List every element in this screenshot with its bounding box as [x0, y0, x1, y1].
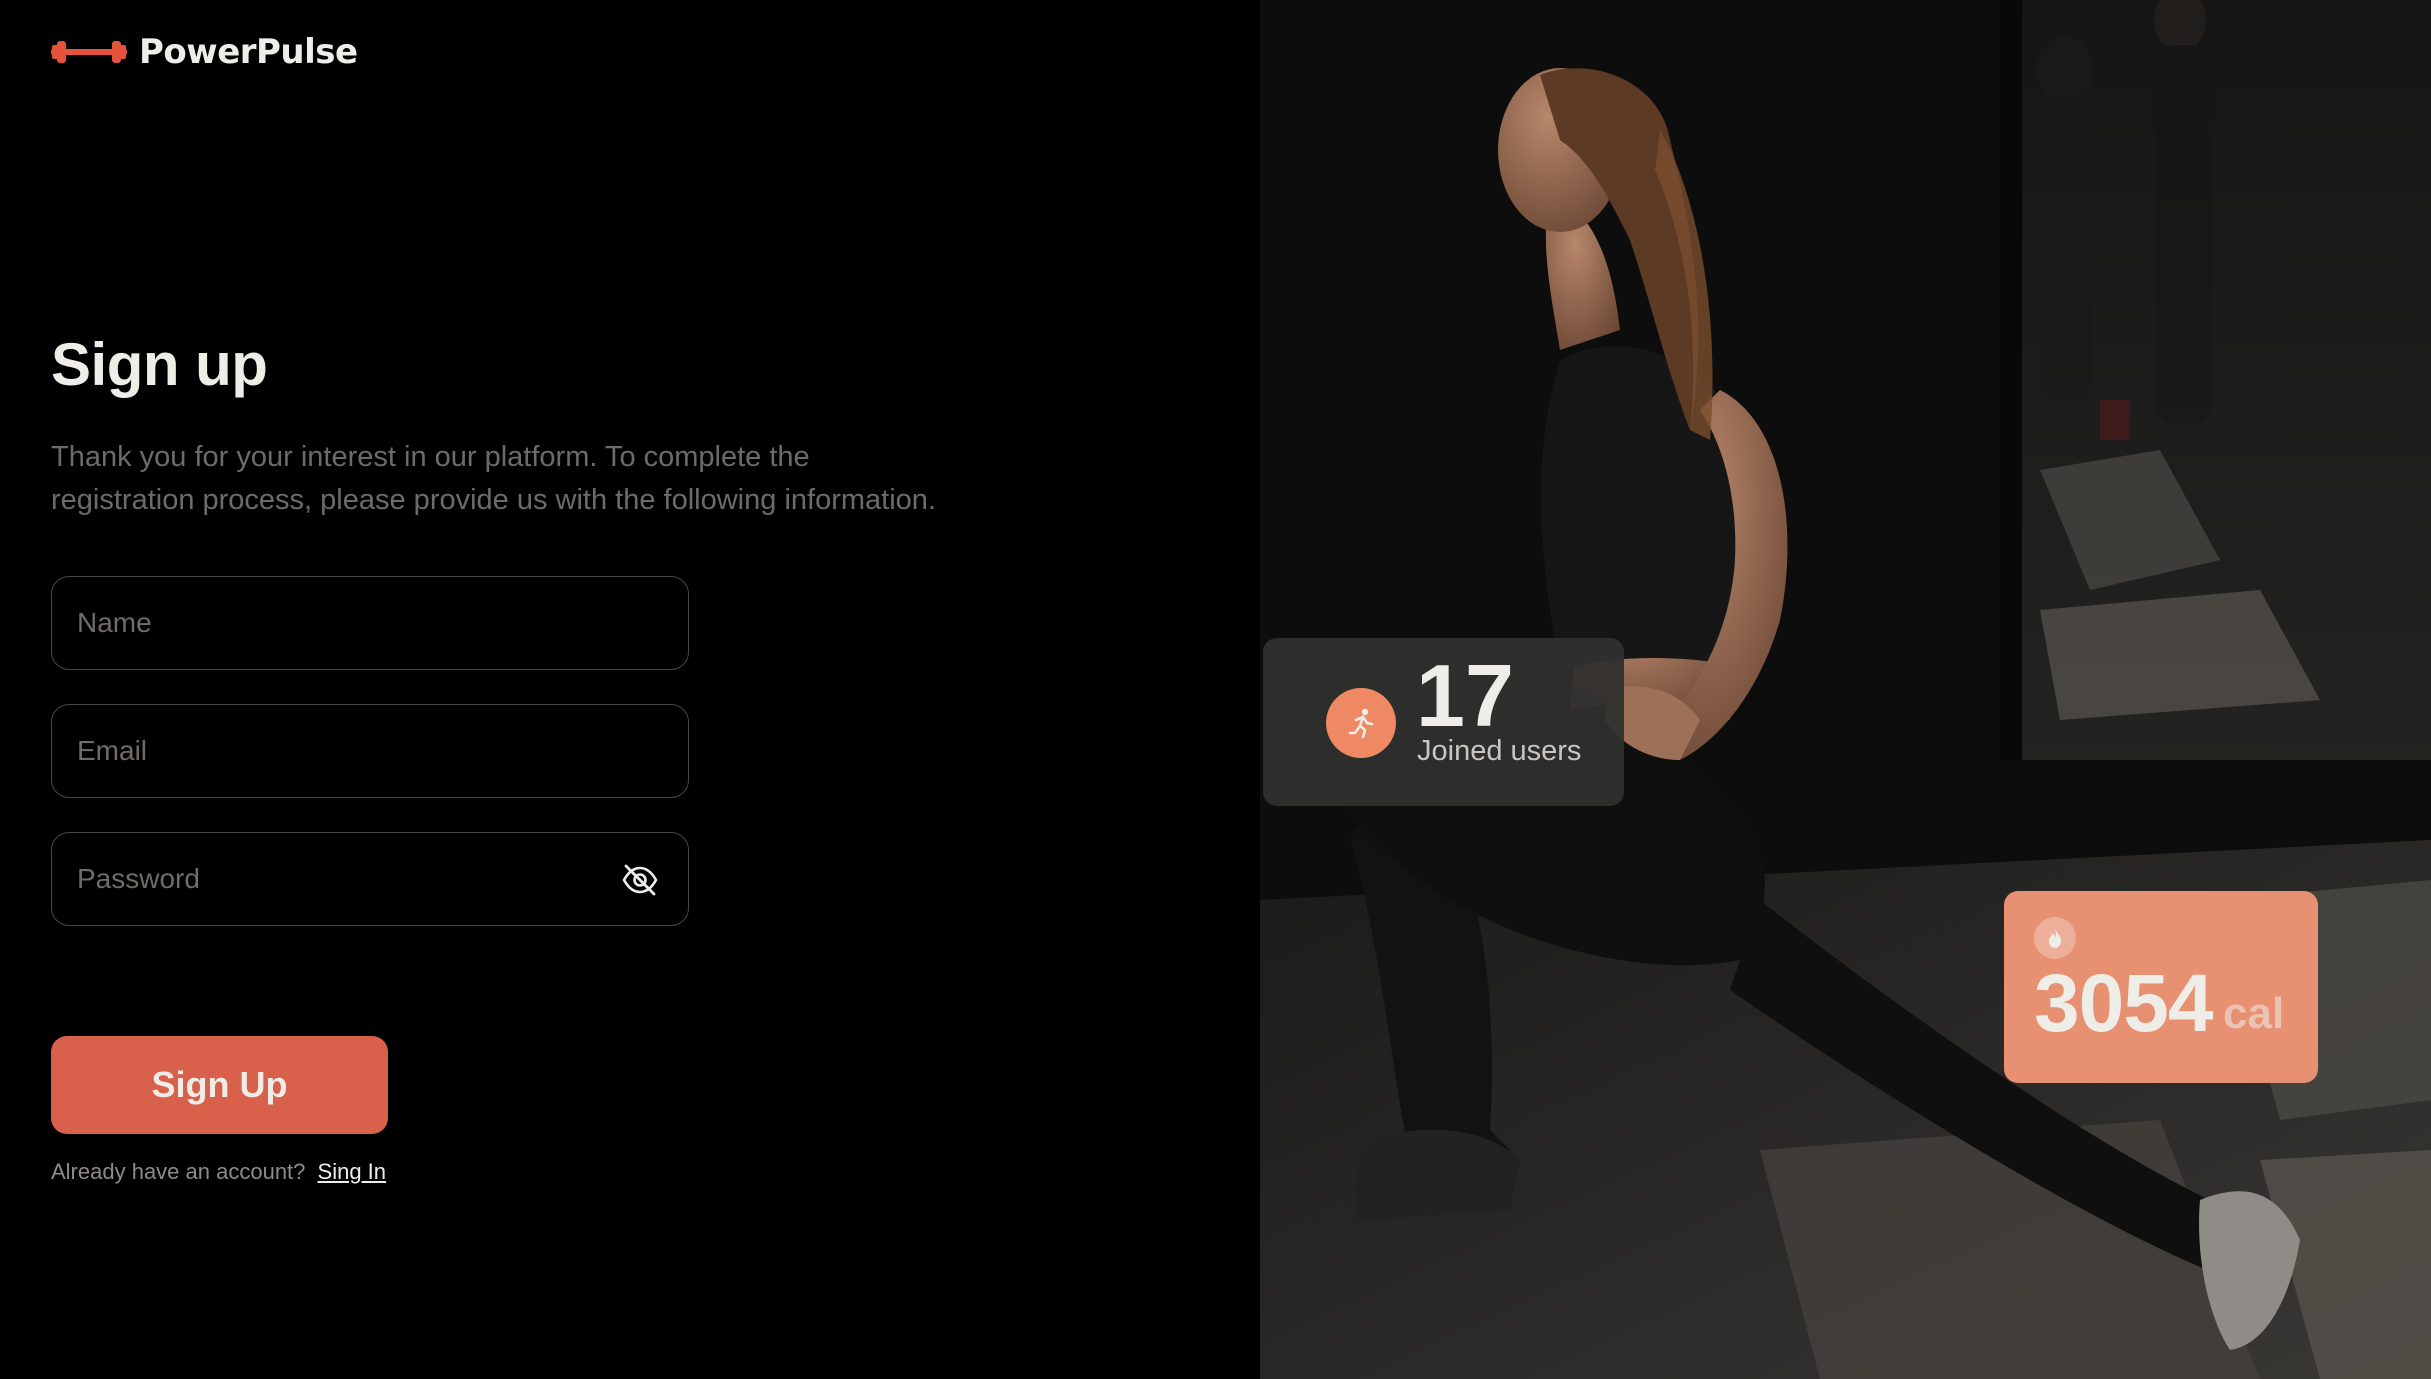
running-man-icon	[1348, 708, 1374, 739]
calories-unit: cal	[2223, 989, 2285, 1038]
calories-icon-badge	[2034, 917, 2076, 959]
password-visibility-toggle[interactable]	[620, 860, 660, 900]
subtitle-line-1: Thank you for your interest in our platf…	[51, 441, 810, 473]
users-icon-badge	[1326, 688, 1396, 758]
joined-users-count: 17	[1416, 646, 1514, 745]
dumbbell-icon	[51, 41, 127, 63]
eye-off-icon	[622, 864, 658, 896]
password-field	[51, 832, 689, 926]
name-input[interactable]	[52, 577, 688, 669]
password-input[interactable]	[52, 833, 688, 925]
brand-name: PowerPulse	[139, 32, 358, 72]
signup-page: PowerPulse Sign up Thank you for your in…	[0, 0, 2431, 1379]
flame-icon	[2049, 928, 2061, 948]
subtitle-line-2: registration process, please provide us …	[51, 484, 936, 516]
page-subtitle: Thank you for your interest in our platf…	[51, 436, 951, 522]
email-input[interactable]	[52, 705, 688, 797]
signin-prompt-text: Already have an account?	[51, 1159, 306, 1184]
brand-logo[interactable]: PowerPulse	[51, 32, 358, 72]
signin-prompt-row: Already have an account? Sing In	[51, 1159, 386, 1185]
signup-button[interactable]: Sign Up	[51, 1036, 388, 1134]
joined-users-label: Joined users	[1417, 735, 1582, 767]
email-field	[51, 704, 689, 798]
calories-card: 3054 cal	[2004, 891, 2318, 1083]
calories-value: 3054	[2034, 958, 2213, 1049]
joined-users-card: 17 Joined users	[1263, 638, 1624, 806]
signin-link[interactable]: Sing In	[318, 1159, 387, 1184]
page-title: Sign up	[51, 331, 268, 398]
name-field	[51, 576, 689, 670]
